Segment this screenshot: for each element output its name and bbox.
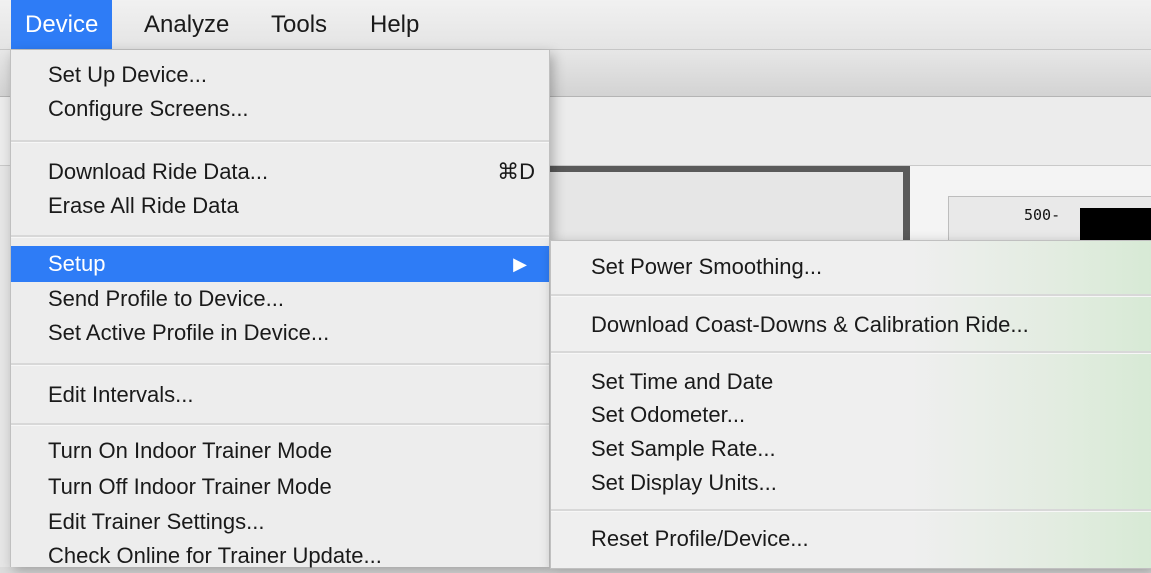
menu-item-label: Set Active Profile in Device... — [48, 320, 330, 345]
menu-item-check-trainer-update[interactable]: Check Online for Trainer Update... — [11, 539, 549, 573]
menu-item-label: Turn Off Indoor Trainer Mode — [48, 474, 332, 499]
device-menu: Set Up Device... Configure Screens... Do… — [10, 50, 550, 568]
submenu-item-reset-profile[interactable]: Reset Profile/Device... — [551, 522, 1151, 556]
setup-submenu: Set Power Smoothing... Download Coast-Do… — [550, 240, 1151, 569]
menu-separator — [11, 140, 549, 143]
menu-item-label: Set Up Device... — [48, 62, 207, 87]
menu-item-send-profile[interactable]: Send Profile to Device... — [11, 282, 549, 316]
graph-tick-label: 500- — [1024, 206, 1061, 224]
menu-item-set-up-device[interactable]: Set Up Device... — [11, 58, 549, 92]
menu-tools[interactable]: Tools — [257, 0, 341, 49]
menu-help[interactable]: Help — [356, 0, 433, 49]
menu-item-label: Setup — [48, 251, 106, 276]
menu-separator — [11, 235, 549, 238]
submenu-item-set-power-smoothing[interactable]: Set Power Smoothing... — [551, 250, 1151, 284]
menu-item-edit-trainer-settings[interactable]: Edit Trainer Settings... — [11, 505, 549, 539]
submenu-item-download-coast-downs[interactable]: Download Coast-Downs & Calibration Ride.… — [551, 308, 1151, 342]
submenu-separator — [551, 351, 1151, 354]
menu-item-label: Send Profile to Device... — [48, 286, 285, 311]
menu-item-label: Edit Intervals... — [48, 382, 194, 407]
submenu-item-set-odometer[interactable]: Set Odometer... — [551, 398, 1151, 432]
menu-item-label: Download Ride Data... — [48, 159, 269, 184]
menu-item-setup[interactable]: Setup ▶ — [11, 246, 549, 282]
submenu-separator — [551, 509, 1151, 512]
submenu-item-set-time-date[interactable]: Set Time and Date — [551, 365, 1151, 399]
menu-item-label: Configure Screens... — [48, 96, 249, 121]
menu-item-erase-all-ride-data[interactable]: Erase All Ride Data — [11, 189, 549, 223]
submenu-separator — [551, 294, 1151, 297]
shortcut-label: ⌘D — [497, 159, 535, 184]
menu-item-configure-screens[interactable]: Configure Screens... — [11, 92, 549, 126]
submenu-arrow-icon: ▶ — [513, 254, 527, 274]
menu-item-turn-on-trainer[interactable]: Turn On Indoor Trainer Mode — [11, 434, 549, 468]
menu-item-set-active-profile[interactable]: Set Active Profile in Device... — [11, 316, 549, 350]
menu-bar: Device Analyze Tools Help — [0, 0, 1151, 50]
menu-item-label: Erase All Ride Data — [48, 193, 239, 218]
menu-separator — [11, 423, 549, 426]
submenu-item-set-display-units[interactable]: Set Display Units... — [551, 466, 1151, 500]
menu-item-edit-intervals[interactable]: Edit Intervals... — [11, 378, 549, 412]
menu-item-turn-off-trainer[interactable]: Turn Off Indoor Trainer Mode — [11, 470, 549, 504]
menu-item-label: Turn On Indoor Trainer Mode — [48, 438, 333, 463]
submenu-item-set-sample-rate[interactable]: Set Sample Rate... — [551, 432, 1151, 466]
menu-item-label: Check Online for Trainer Update... — [48, 543, 382, 568]
menu-item-download-ride-data[interactable]: Download Ride Data... ⌘D — [11, 155, 549, 189]
menu-item-label: Edit Trainer Settings... — [48, 509, 265, 534]
menu-analyze[interactable]: Analyze — [130, 0, 243, 49]
menu-device[interactable]: Device — [11, 0, 113, 49]
menu-separator — [11, 363, 549, 366]
